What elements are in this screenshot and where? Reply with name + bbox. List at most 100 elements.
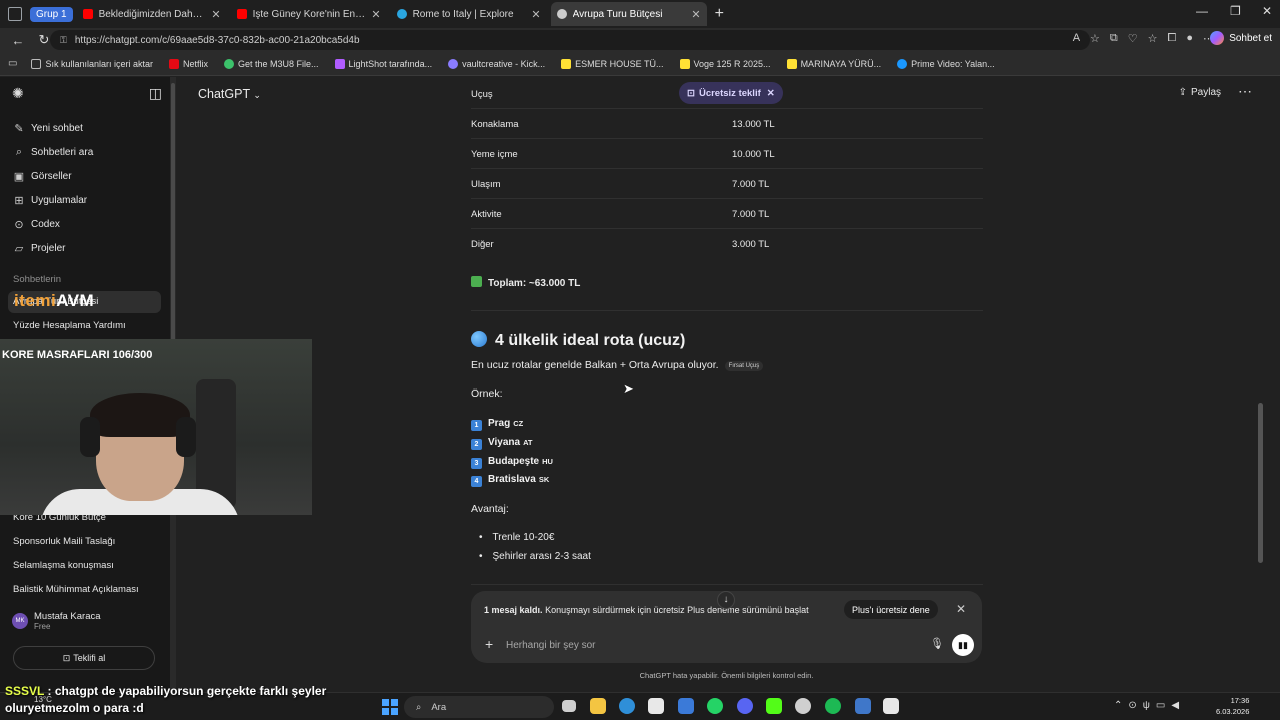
scrollbar-thumb[interactable] bbox=[171, 83, 175, 343]
sidebar-toggle-icon[interactable]: ◫ bbox=[149, 85, 162, 102]
get-offer-button[interactable]: ⊡ Teklifi al bbox=[13, 646, 155, 670]
back-icon[interactable]: ← bbox=[10, 33, 26, 48]
file-explorer-icon[interactable] bbox=[590, 698, 606, 714]
collections-icon[interactable]: ⧠ bbox=[1168, 32, 1177, 45]
globe-icon bbox=[471, 331, 487, 347]
share-button[interactable]: ⇪ Paylaş bbox=[1179, 87, 1221, 98]
profile-icon[interactable]: ● bbox=[1186, 32, 1193, 45]
voice-mode-icon[interactable]: ▮▮ bbox=[952, 634, 974, 656]
tab-group-chip[interactable]: Grup 1 bbox=[30, 6, 73, 22]
user-account[interactable]: MK Mustafa Karaca Free bbox=[12, 611, 101, 631]
logo-part: AVM bbox=[56, 291, 95, 310]
tab-actions-icon[interactable]: ▭ bbox=[8, 58, 17, 69]
composer[interactable]: + Herhangi bir şey sor 🎙 ▮▮ bbox=[471, 627, 982, 663]
browser-essentials-icon[interactable]: ♡ bbox=[1128, 32, 1138, 45]
sidebar-item-new-chat[interactable]: ✎ Yeni sohbet bbox=[12, 122, 83, 135]
discord-icon[interactable] bbox=[737, 698, 753, 714]
favorites-icon[interactable]: ☆ bbox=[1148, 32, 1158, 45]
taskbar-search[interactable]: ⌕ Ara bbox=[404, 696, 554, 718]
mail-icon[interactable] bbox=[678, 698, 694, 714]
system-tray[interactable]: ⌃⊙ψ▭◀ bbox=[1114, 700, 1185, 711]
read-aloud-icon[interactable]: A bbox=[1073, 32, 1080, 45]
list-item: Trenle 10-20€ bbox=[479, 532, 555, 543]
close-icon[interactable]: ✕ bbox=[211, 8, 220, 21]
browser-tab[interactable]: Rome to Italy | Explore ✕ bbox=[391, 2, 547, 26]
bookmark-item[interactable]: Get the M3U8 File... bbox=[224, 58, 319, 69]
chat-username: SSSVL bbox=[5, 684, 45, 698]
steam-icon[interactable] bbox=[855, 698, 871, 714]
prompt-input[interactable]: Herhangi bir şey sor bbox=[506, 640, 595, 651]
chat-message: : chatgpt de yapabiliyorsun gerçekte far… bbox=[47, 684, 327, 698]
copilot-label: Sohbet et bbox=[1229, 32, 1272, 44]
sidebar-item-label: Görseller bbox=[31, 171, 72, 182]
model-selector[interactable]: ChatGPT ⌄ bbox=[198, 87, 261, 101]
microphone-icon[interactable]: 🎙 bbox=[930, 637, 944, 650]
bookmark-item[interactable]: LightShot tarafında... bbox=[334, 58, 432, 69]
country-code: AT bbox=[523, 438, 533, 447]
start-windows-icon[interactable] bbox=[382, 699, 398, 715]
copilot-chat-button[interactable]: Sohbet et bbox=[1210, 31, 1272, 45]
attach-plus-icon[interactable]: + bbox=[485, 636, 493, 652]
minimize-icon[interactable]: — bbox=[1196, 4, 1208, 18]
site-info-icon[interactable]: ⚿ bbox=[60, 35, 67, 46]
sahibinden-icon bbox=[786, 58, 797, 69]
close-icon[interactable]: ✕ bbox=[956, 602, 966, 616]
table-divider bbox=[471, 108, 983, 109]
openai-logo-icon[interactable]: ✺ bbox=[12, 85, 24, 102]
scroll-down-icon[interactable]: ↓ bbox=[717, 591, 735, 609]
close-icon[interactable]: ✕ bbox=[691, 8, 700, 21]
more-options-icon[interactable]: ⋯ bbox=[1238, 83, 1252, 100]
explore-icon bbox=[396, 9, 407, 19]
calculator-icon[interactable] bbox=[883, 698, 899, 714]
url-field[interactable]: ⚿ https://chatgpt.com/c/69aae5d8-37c0-83… bbox=[50, 30, 1090, 50]
conversation-item[interactable]: Selamlaşma konuşması bbox=[13, 560, 114, 571]
kick-app-icon[interactable] bbox=[766, 698, 782, 714]
store-icon[interactable] bbox=[648, 698, 664, 714]
whatsapp-icon[interactable] bbox=[707, 698, 723, 714]
bookmark-item[interactable]: Netflix bbox=[169, 58, 208, 69]
bookmark-item[interactable]: ESMER HOUSE TÜ... bbox=[561, 58, 664, 69]
conversation-item[interactable]: Sponsorluk Maili Taslağı bbox=[13, 536, 115, 547]
conversation-item[interactable]: Yüzde Hesaplama Yardımı bbox=[13, 320, 126, 331]
main-scrollbar[interactable] bbox=[1256, 77, 1266, 692]
user-name: Mustafa Karaca bbox=[34, 611, 101, 622]
bookmark-item[interactable]: Prime Video: Yalan... bbox=[897, 58, 995, 69]
try-plus-button[interactable]: Plus'ı ücretsiz dene bbox=[844, 600, 938, 619]
maximize-icon[interactable]: ❐ bbox=[1230, 4, 1241, 18]
browser-tab[interactable]: İşte Güney Kore'nin En Lüks Bölge ✕ bbox=[231, 2, 387, 26]
conversation-item[interactable]: Balistik Mühimmat Açıklaması bbox=[13, 584, 139, 595]
limit-message: Konuşmayı sürdürmek için ücretsiz Plus d… bbox=[545, 605, 809, 615]
bookmark-item[interactable]: vaultcreative - Kick... bbox=[448, 58, 545, 69]
source-citation-chip[interactable]: Fırsat Uçuş bbox=[724, 361, 764, 371]
window-close-icon[interactable]: ✕ bbox=[1262, 4, 1272, 18]
number-badge: 2 bbox=[471, 439, 482, 450]
free-offer-pill[interactable]: ⊡ Ücretsiz teklif ✕ bbox=[679, 82, 783, 104]
bookmark-item[interactable]: MARINAYA YÜRÜ... bbox=[786, 58, 881, 69]
browser-tab-active[interactable]: Avrupa Turu Bütçesi ✕ bbox=[550, 2, 707, 26]
close-icon[interactable]: ✕ bbox=[531, 8, 540, 21]
workspaces-icon[interactable] bbox=[8, 7, 22, 21]
extensions-icon[interactable]: ⧉ bbox=[1110, 32, 1118, 45]
sidebar-item-label: Uygulamalar bbox=[31, 195, 88, 206]
webcam-feed: KORE MASRAFLARI 106/300 bbox=[0, 339, 312, 515]
close-icon[interactable]: ✕ bbox=[767, 88, 775, 99]
favorite-star-icon[interactable]: ☆ bbox=[1090, 32, 1100, 45]
sidebar-item-images[interactable]: ▣ Görseller bbox=[12, 170, 72, 183]
sidebar-item-apps[interactable]: ⊞ Uygulamalar bbox=[12, 194, 87, 207]
browser-tab[interactable]: Beklediğimizden Daha Samimi Bir ✕ bbox=[77, 2, 227, 26]
bookmark-item[interactable]: Voge 125 R 2025... bbox=[679, 58, 771, 69]
bookmark-item[interactable]: Sık kullanılanları içeri aktar bbox=[31, 58, 153, 69]
spotify-icon[interactable] bbox=[825, 698, 841, 714]
sidebar-item-codex[interactable]: ⊙ Codex bbox=[12, 218, 60, 231]
sidebar-item-search[interactable]: ⌕ Sohbetleri ara bbox=[12, 146, 93, 159]
edge-icon[interactable] bbox=[619, 698, 635, 714]
chatgpt-app-icon[interactable] bbox=[795, 698, 811, 714]
task-view-icon[interactable] bbox=[562, 700, 576, 712]
scrollbar-thumb[interactable] bbox=[1258, 403, 1263, 563]
disclaimer: ChatGPT hata yapabilir. Önemli bilgileri… bbox=[639, 671, 814, 680]
close-icon[interactable]: ✕ bbox=[371, 8, 380, 21]
sidebar-item-projects[interactable]: ▱ Projeler bbox=[12, 242, 66, 255]
m3u8-icon bbox=[224, 58, 235, 69]
clock[interactable]: 17:36 6.03.2026 bbox=[1216, 695, 1249, 717]
new-tab-icon[interactable]: + bbox=[715, 5, 724, 23]
